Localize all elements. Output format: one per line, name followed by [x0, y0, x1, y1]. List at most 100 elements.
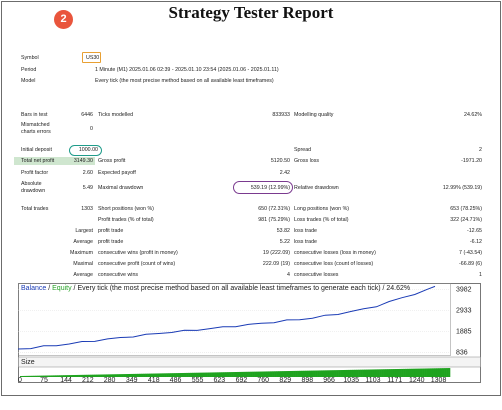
y-tick-label: 1885: [456, 329, 472, 336]
maximal-profit-value: 222.09 (19): [262, 261, 290, 267]
profit-trades-value: 981 (75.29%): [258, 217, 290, 223]
avg-consec-wins-value: 4: [287, 272, 290, 278]
profit-trades-label: Profit trades (% of total): [98, 217, 154, 223]
gross-profit-label: Gross profit: [98, 158, 126, 164]
x-tick-label: 486: [170, 377, 182, 383]
size-bar: [76, 374, 79, 377]
size-bar: [385, 369, 388, 377]
deposit-value: 1000.00: [78, 147, 98, 153]
size-bar: [188, 372, 191, 377]
x-tick-label: 0: [18, 377, 22, 383]
size-bar: [346, 369, 349, 377]
size-bar: [72, 375, 76, 377]
size-bar: [205, 372, 208, 377]
x-tick-label: 898: [302, 377, 314, 383]
size-bar: [356, 369, 359, 377]
largest-loss-label: loss trade: [294, 228, 317, 234]
size-bar: [334, 370, 337, 377]
size-bar: [74, 374, 77, 377]
size-bar: [365, 369, 369, 377]
size-bar: [313, 370, 316, 377]
size-bar: [119, 374, 122, 377]
size-bar: [340, 370, 343, 377]
size-bar: [293, 370, 296, 377]
size-bar: [270, 371, 273, 377]
x-tick-label: 692: [236, 377, 248, 383]
size-bar: [209, 372, 212, 377]
size-bar: [227, 372, 230, 377]
size-bar: [434, 368, 437, 377]
expected-payoff-value: 2.42: [279, 170, 290, 176]
spread-label: Spread: [294, 147, 312, 153]
net-profit-label: Total net profit: [21, 158, 55, 164]
size-bar: [53, 375, 56, 377]
size-bar: [442, 368, 445, 377]
size-bar: [324, 370, 328, 377]
y-tick-label: 836: [456, 349, 468, 356]
size-bar: [98, 374, 101, 377]
size-bar: [358, 369, 361, 377]
size-bar: [354, 369, 357, 377]
x-tick-label: 418: [148, 377, 160, 383]
model-value: Every tick (the most precise method base…: [95, 78, 274, 84]
x-tick-label: 280: [104, 377, 116, 383]
size-bar: [420, 368, 423, 377]
chart-legend: Balance / Equity / Every tick (the most …: [21, 284, 410, 293]
largest-profit-label: profit trade: [98, 228, 124, 234]
size-bar: [408, 368, 412, 377]
size-bar: [78, 374, 81, 377]
gross-loss-label: Gross loss: [294, 158, 320, 164]
max-consec-wins-label: consecutive wins (profit in money): [98, 250, 178, 256]
long-positions-label: Long positions (won %): [294, 206, 350, 212]
size-bar: [360, 369, 363, 377]
avg-loss-label: loss trade: [294, 239, 317, 245]
chart-border: [18, 283, 481, 383]
size-bar: [274, 371, 277, 377]
size-bar: [291, 370, 294, 377]
x-tick-label: 212: [82, 377, 94, 383]
total-trades-value: 1303: [81, 206, 93, 212]
size-bar: [395, 369, 398, 377]
legend-equity: Equity: [52, 285, 72, 292]
size-bar: [424, 368, 427, 377]
mismatched-value: 0: [90, 126, 93, 132]
size-bar: [371, 369, 375, 377]
x-tick-label: 966: [323, 377, 335, 383]
size-bar: [448, 368, 451, 377]
x-tick-label: 760: [257, 377, 269, 383]
size-bar: [276, 371, 279, 377]
total-trades-label: Total trades: [21, 206, 49, 212]
size-bar: [403, 368, 406, 377]
size-bar: [440, 368, 443, 377]
abs-drawdown-value: 5.49: [82, 185, 93, 191]
size-bar: [414, 368, 418, 377]
size-panel: [18, 356, 481, 368]
size-bar: [55, 375, 58, 377]
size-bar: [401, 368, 404, 377]
mismatched-label-2: charts errors: [21, 129, 51, 135]
maximal-profit-label: consecutive profit (count of wins): [98, 261, 176, 267]
max-consec-losses-label: consecutive losses (loss in money): [294, 250, 376, 256]
maximal-loss-label: consecutive loss (count of losses): [294, 261, 374, 267]
x-tick-label: 1171: [387, 377, 402, 383]
size-bar: [387, 369, 390, 377]
gross-loss-value: -1971.20: [461, 158, 482, 164]
avg-loss-value: -6.12: [469, 239, 482, 245]
size-bar: [326, 370, 330, 377]
size-bar: [272, 371, 275, 377]
legend-rest: / Every tick (the most precise method ba…: [71, 285, 411, 292]
size-bar: [49, 375, 52, 377]
size-bar: [166, 373, 169, 377]
size-bar: [422, 368, 425, 377]
x-tick-label: 1035: [343, 377, 359, 383]
size-bar: [436, 368, 439, 377]
size-bar: [379, 369, 382, 377]
abs-drawdown-label-2: drawdown: [21, 188, 46, 194]
size-bar: [373, 369, 377, 377]
size-bar: [364, 369, 367, 377]
size-bar: [33, 375, 36, 377]
size-bar: [100, 374, 103, 377]
size-bar: [342, 370, 345, 377]
size-bar: [321, 370, 324, 377]
avg-consec-losses-value: 1: [479, 272, 482, 278]
